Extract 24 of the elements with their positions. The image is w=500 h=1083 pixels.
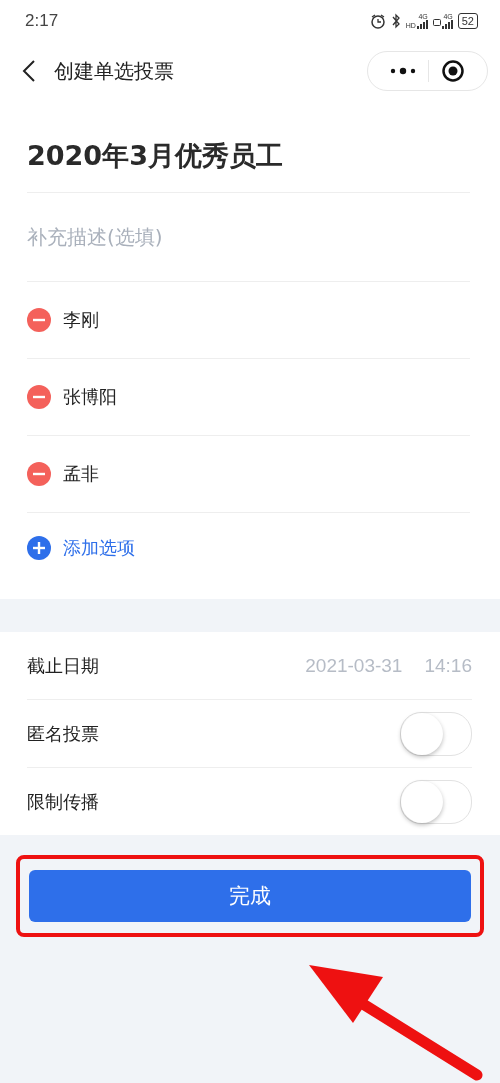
setting-label: 截止日期 — [27, 653, 99, 678]
battery-level: 52 — [461, 15, 474, 27]
remove-icon — [27, 308, 51, 332]
add-option-link[interactable]: 添加选项 — [63, 536, 135, 560]
remove-icon — [27, 385, 51, 409]
option-label[interactable]: 李刚 — [63, 308, 99, 332]
option-label[interactable]: 孟非 — [63, 462, 99, 486]
signal-icon — [416, 20, 428, 29]
status-time: 2:17 — [25, 11, 59, 31]
setting-label: 匿名投票 — [27, 721, 99, 746]
done-button[interactable]: 完成 — [29, 870, 471, 922]
add-icon — [27, 536, 51, 560]
alarm-icon — [369, 13, 386, 29]
setting-label: 限制传播 — [27, 789, 99, 814]
remove-icon — [27, 462, 51, 486]
toggle-switch[interactable] — [400, 779, 472, 824]
toggle-switch[interactable] — [400, 711, 472, 756]
option-label[interactable]: 张博阳 — [63, 385, 117, 409]
signal-icon — [441, 20, 453, 29]
target-icon — [441, 59, 465, 83]
page-title: 创建单选投票 — [54, 57, 175, 85]
more-icon — [390, 67, 416, 75]
bluetooth-icon — [390, 13, 401, 29]
sim-icon — [432, 19, 441, 26]
